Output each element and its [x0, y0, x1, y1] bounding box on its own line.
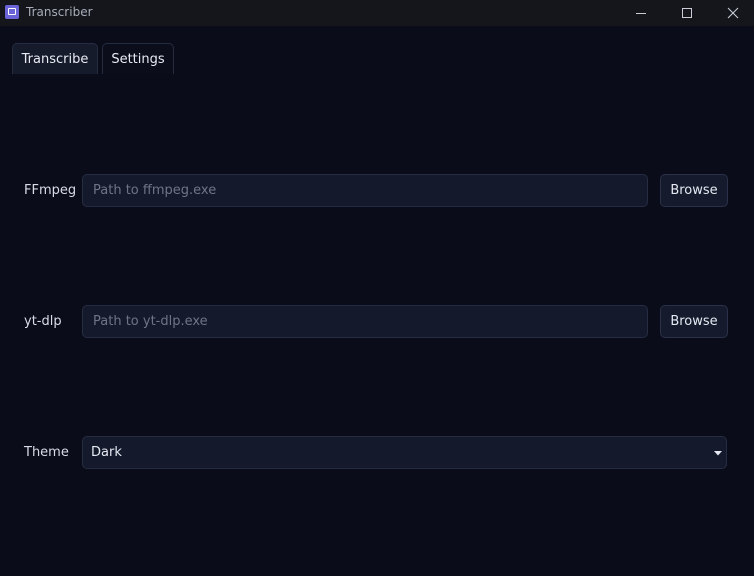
- window-title: Transcriber: [26, 5, 93, 19]
- ffmpeg-browse-button[interactable]: Browse: [660, 174, 728, 207]
- ffmpeg-label: FFmpeg: [24, 183, 77, 198]
- tab-label: Settings: [111, 51, 165, 67]
- close-icon: [727, 7, 739, 19]
- theme-select[interactable]: Dark: [82, 436, 727, 469]
- tab-transcribe[interactable]: Transcribe: [12, 43, 98, 74]
- ytdlp-browse-button[interactable]: Browse: [660, 305, 728, 338]
- browse-label: Browse: [670, 314, 718, 329]
- ytdlp-label: yt-dlp: [24, 314, 62, 329]
- theme-selected-value: Dark: [91, 445, 122, 460]
- maximize-icon: [681, 7, 693, 19]
- tab-label: Transcribe: [21, 51, 89, 67]
- browse-label: Browse: [670, 183, 718, 198]
- close-button[interactable]: [710, 0, 754, 26]
- chevron-down-icon: [709, 437, 726, 468]
- theme-label: Theme: [24, 445, 69, 460]
- title-bar: Transcriber: [0, 0, 754, 26]
- minimize-icon: [635, 7, 647, 19]
- maximize-button[interactable]: [664, 0, 710, 26]
- tab-settings[interactable]: Settings: [102, 43, 174, 74]
- ytdlp-path-input[interactable]: [82, 305, 648, 338]
- minimize-button[interactable]: [618, 0, 664, 26]
- ffmpeg-path-input[interactable]: [82, 174, 648, 207]
- app-icon: [5, 5, 19, 19]
